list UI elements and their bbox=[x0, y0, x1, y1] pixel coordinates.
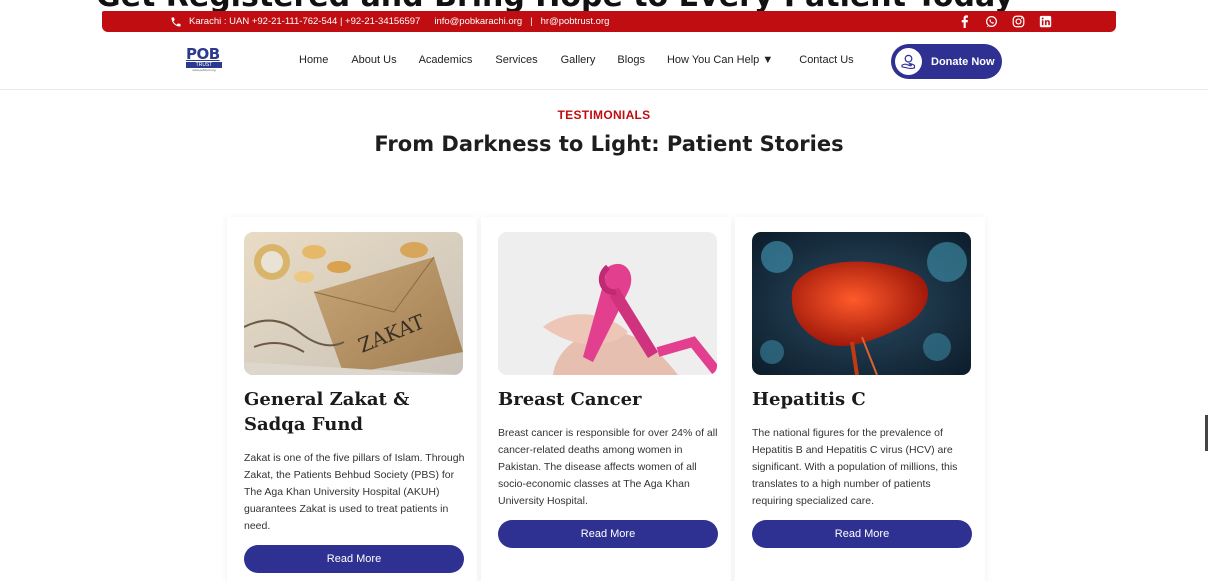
nav-about-us[interactable]: About Us bbox=[351, 54, 396, 66]
card-description: Zakat is one of the five pillars of Isla… bbox=[244, 452, 465, 532]
linkedin-icon[interactable] bbox=[1038, 14, 1052, 28]
read-more-button[interactable]: Read More bbox=[498, 520, 718, 548]
breast-cancer-image bbox=[498, 232, 717, 375]
nav-contact-us[interactable]: Contact Us bbox=[799, 54, 853, 66]
donate-label: Donate Now bbox=[931, 55, 995, 68]
nav-menu: Home About Us Academics Services Gallery… bbox=[299, 54, 854, 66]
card-description: The national figures for the prevalence … bbox=[752, 427, 958, 507]
nav-academics[interactable]: Academics bbox=[419, 54, 473, 66]
whatsapp-icon[interactable] bbox=[984, 14, 998, 28]
testimonial-card: ZAKAT General Zakat & Sadqa Fund Zakat i… bbox=[227, 217, 477, 581]
email-hr-link[interactable]: hr@pobtrust.org bbox=[541, 16, 610, 27]
separator: | bbox=[530, 16, 533, 27]
card-title: Breast Cancer bbox=[498, 389, 642, 410]
donate-hands-icon bbox=[895, 48, 922, 75]
card-title: General Zakat & Sadqa Fund bbox=[244, 389, 410, 435]
nav-how-you-can-help[interactable]: How You Can Help ▼ bbox=[667, 54, 773, 66]
section-title: From Darkness to Light: Patient Stories bbox=[374, 132, 844, 156]
donate-now-button[interactable]: Donate Now bbox=[891, 44, 1002, 79]
contact-info-bar: Karachi : UAN +92-21-111-762-544 | +92-2… bbox=[102, 11, 1116, 32]
nav-services[interactable]: Services bbox=[495, 54, 537, 66]
read-more-button[interactable]: Read More bbox=[752, 520, 972, 548]
nav-gallery[interactable]: Gallery bbox=[561, 54, 596, 66]
facebook-icon[interactable] bbox=[957, 14, 971, 28]
card-description: Breast cancer is responsible for over 24… bbox=[498, 427, 718, 507]
nav-blogs[interactable]: Blogs bbox=[617, 54, 645, 66]
read-more-button[interactable]: Read More bbox=[244, 545, 464, 573]
testimonial-card: Hepatitis C The national figures for the… bbox=[735, 217, 985, 581]
pob-trust-logo[interactable]: POB TRUST www.pobtrust.org bbox=[186, 47, 222, 75]
logo-url: www.pobtrust.org bbox=[192, 68, 216, 72]
logo-text: POB bbox=[186, 45, 220, 63]
hepatitis-liver-image bbox=[752, 232, 971, 375]
instagram-icon[interactable] bbox=[1011, 14, 1025, 28]
testimonial-card: Breast Cancer Breast cancer is responsib… bbox=[481, 217, 731, 581]
social-links bbox=[957, 14, 1052, 28]
email-info-link[interactable]: info@pobkarachi.org bbox=[434, 16, 522, 27]
nav-home[interactable]: Home bbox=[299, 54, 328, 66]
zakat-image: ZAKAT bbox=[244, 232, 463, 375]
phone-icon bbox=[170, 15, 184, 29]
card-title: Hepatitis C bbox=[752, 389, 866, 410]
phone-numbers: Karachi : UAN +92-21-111-762-544 | +92-2… bbox=[189, 16, 421, 27]
main-navbar: POB TRUST www.pobtrust.org Home About Us… bbox=[0, 33, 1208, 90]
section-eyebrow: TESTIMONIALS bbox=[557, 108, 651, 122]
